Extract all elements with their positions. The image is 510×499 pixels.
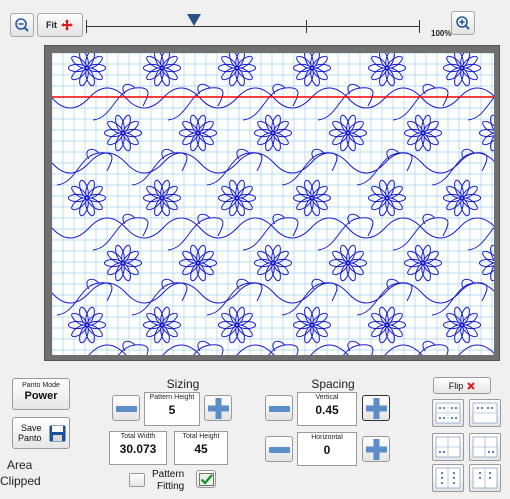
move-arrows-icon	[61, 19, 73, 31]
total-width-label: Total Width	[120, 433, 156, 440]
pattern-height-field[interactable]: Pattern Height 5	[144, 392, 200, 426]
panto-mode-button[interactable]: Panto Mode Power	[12, 378, 70, 410]
zoom-slider-tick-end	[419, 20, 420, 33]
save-panto-label-line1: Save	[21, 423, 42, 433]
floppy-disk-icon	[49, 425, 66, 442]
x-icon	[467, 381, 475, 390]
layout-grid-top-button[interactable]	[469, 399, 501, 427]
vertical-full-icon	[435, 467, 461, 489]
total-height-label: Total Height	[182, 433, 220, 440]
quadrant-left-icon	[435, 436, 461, 458]
area-label: Area	[7, 458, 33, 472]
plus-icon	[366, 439, 387, 460]
total-height-field[interactable]: Total Height 45	[174, 431, 228, 465]
zoom-in-icon	[456, 16, 470, 30]
total-width-value: 30.073	[119, 442, 157, 456]
grid-top-icon	[472, 402, 498, 424]
vertical-right-icon	[472, 467, 498, 489]
pattern-fitting-apply-button[interactable]	[196, 470, 216, 488]
pattern-height-label: Pattern Height	[149, 394, 195, 401]
sizing-title: Sizing	[166, 377, 200, 391]
zoom-slider-thumb[interactable]	[187, 14, 201, 26]
total-height-value: 45	[194, 442, 208, 456]
vertical-spacing-label: Vertical	[315, 394, 339, 401]
zoom-percent-label: 100%	[431, 29, 452, 38]
zoom-slider-track	[86, 26, 420, 27]
minus-icon	[269, 406, 290, 412]
layout-vertical-full-button[interactable]	[432, 464, 464, 492]
pattern-fitting-label-line2: Fitting	[157, 481, 185, 492]
quadrant-right-icon	[472, 436, 498, 458]
minus-icon	[269, 447, 290, 453]
flip-label: Flip	[448, 380, 464, 391]
pattern-height-value: 5	[168, 403, 176, 417]
checkmark-icon	[199, 473, 214, 486]
total-width-field[interactable]: Total Width 30.073	[109, 431, 167, 465]
save-panto-button[interactable]: Save Panto	[12, 417, 70, 449]
zoom-out-button[interactable]	[10, 13, 34, 37]
horizontal-spacing-increase-button[interactable]	[362, 436, 390, 462]
horizontal-spacing-label: Horizontal	[311, 434, 343, 441]
zoom-in-button[interactable]	[451, 11, 475, 35]
horizontal-spacing-value: 0	[323, 443, 331, 457]
pattern-fitting-checkbox[interactable]	[129, 473, 145, 487]
quilt-pattern-canvas[interactable]	[52, 53, 494, 355]
pattern-fitting-label-line1: Pattern	[152, 469, 185, 480]
panto-mode-label: Panto Mode	[22, 382, 60, 389]
zoom-slider-tick-mid	[306, 20, 307, 33]
flip-button[interactable]: Flip	[433, 377, 491, 394]
fit-label: Fit	[46, 20, 57, 30]
vertical-spacing-value: 0.45	[315, 403, 339, 417]
save-panto-label-line2: Panto	[18, 433, 42, 443]
vertical-spacing-field[interactable]: Vertical 0.45	[297, 392, 357, 426]
clipped-label: Clipped	[0, 474, 41, 488]
plus-icon	[366, 398, 387, 419]
panto-mode-value: Power	[24, 390, 58, 402]
zoom-slider-tick-start	[86, 20, 87, 33]
vertical-spacing-decrease-button[interactable]	[265, 395, 293, 421]
zoom-out-icon	[15, 18, 29, 32]
minus-icon	[116, 406, 137, 412]
pattern-height-decrease-button[interactable]	[112, 395, 140, 421]
plus-icon	[208, 398, 229, 419]
grid-full-icon	[435, 402, 461, 424]
layout-quadrant-right-button[interactable]	[469, 433, 501, 461]
layout-grid-full-button[interactable]	[432, 399, 464, 427]
spacing-title: Spacing	[311, 377, 355, 391]
vertical-spacing-increase-button[interactable]	[362, 395, 390, 421]
pattern-height-increase-button[interactable]	[204, 395, 232, 421]
zoom-slider[interactable]	[86, 14, 420, 36]
horizontal-spacing-decrease-button[interactable]	[265, 436, 293, 462]
horizontal-spacing-field[interactable]: Horizontal 0	[297, 432, 357, 466]
layout-vertical-right-button[interactable]	[469, 464, 501, 492]
fit-button[interactable]: Fit	[37, 13, 83, 37]
quilt-canvas-frame	[44, 45, 500, 361]
layout-quadrant-left-button[interactable]	[432, 433, 464, 461]
